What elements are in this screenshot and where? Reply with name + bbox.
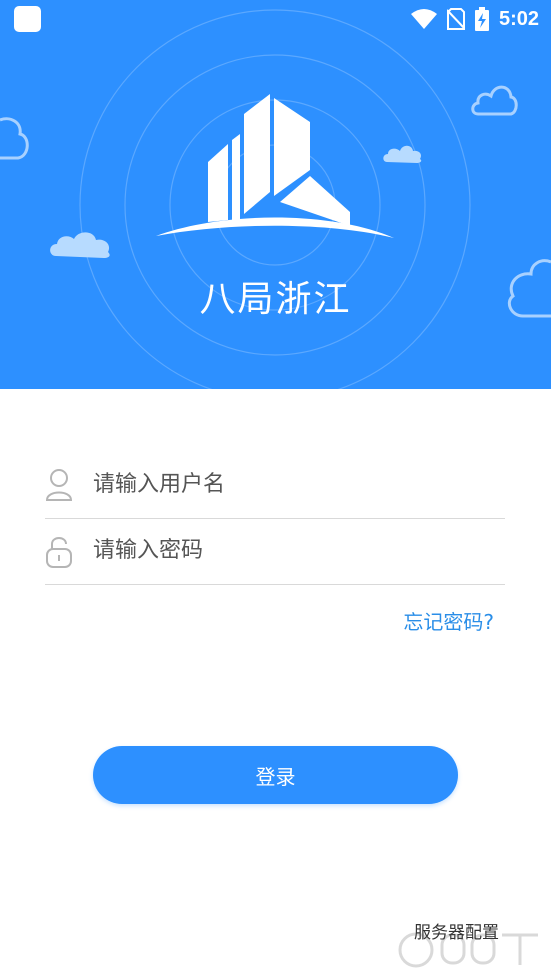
cloud-icon: [50, 232, 110, 258]
login-button[interactable]: 登录: [93, 746, 458, 804]
wifi-icon: [410, 9, 437, 29]
battery-charging-icon: [474, 7, 489, 31]
status-time: 5:02: [498, 7, 539, 30]
building-logo-icon: [156, 94, 394, 238]
status-icons: 5:02: [410, 4, 539, 34]
lock-icon: [46, 537, 72, 568]
cloud-icon: [471, 85, 518, 116]
forgot-password-link[interactable]: 忘记密码?: [403, 606, 494, 635]
status-bar: 5:02: [0, 0, 551, 40]
password-input[interactable]: [93, 528, 493, 572]
no-sim-icon: [446, 8, 465, 30]
username-field-row: [45, 452, 505, 519]
password-field-row: [45, 518, 505, 585]
header-banner: 八局浙江 5:02: [0, 0, 551, 389]
user-icon: [45, 469, 73, 501]
app-title: 八局浙江: [199, 279, 352, 320]
cloud-icon: [0, 117, 29, 160]
notification-icon: [14, 6, 41, 32]
login-screen: 八局浙江 5:02 请输入用户名 忘记密码? 登录 服务器配置: [0, 0, 551, 979]
server-config-link[interactable]: 服务器配置: [414, 918, 499, 943]
username-input[interactable]: [93, 462, 493, 506]
